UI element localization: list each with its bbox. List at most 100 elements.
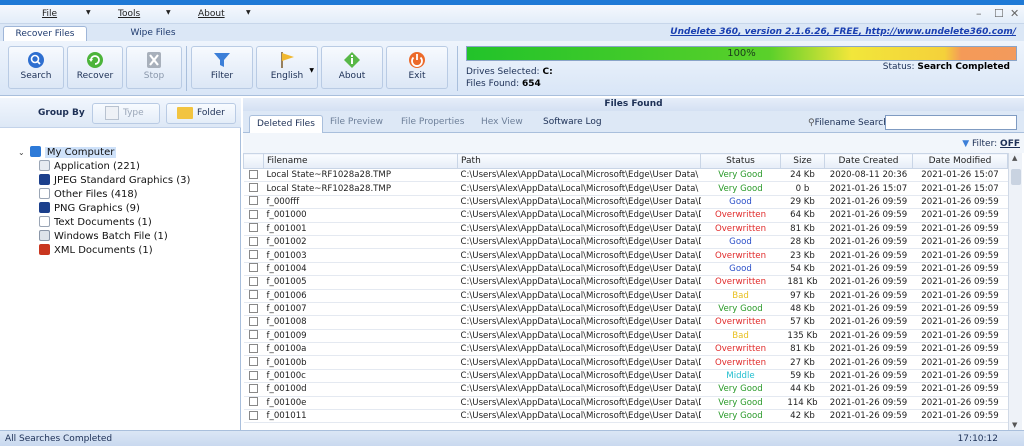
row-checkbox[interactable] <box>243 235 264 250</box>
menu-about[interactable]: About ▼ <box>198 9 251 19</box>
row-checkbox[interactable] <box>243 369 264 384</box>
column-status[interactable]: Status <box>700 153 781 169</box>
menu-tools[interactable]: Tools ▼ <box>118 9 171 19</box>
tree-item-batch[interactable]: Windows Batch File (1) <box>39 230 168 242</box>
version-link[interactable]: Undelete 360, version 2.1.6.26, FREE, ht… <box>670 27 1016 37</box>
about-button[interactable]: About <box>321 46 383 89</box>
checkbox[interactable] <box>249 397 258 407</box>
minimize-icon[interactable]: – <box>976 7 982 20</box>
table-row[interactable]: Local State~RF1028a28.TMP C:\Users\Alex\A… <box>243 181 1008 196</box>
checkbox[interactable] <box>249 343 258 353</box>
table-row[interactable]: f_001001 C:\Users\Alex\AppData\Local\Micr… <box>243 222 1008 236</box>
checkbox[interactable] <box>249 276 258 286</box>
column-path[interactable]: Path <box>457 153 701 169</box>
filter-button[interactable]: Filter <box>191 46 253 89</box>
row-checkbox[interactable] <box>243 329 264 344</box>
row-checkbox[interactable] <box>243 181 264 196</box>
tree-item-png[interactable]: PNG Graphics (9) <box>39 202 140 214</box>
checkbox[interactable] <box>249 290 258 300</box>
checkbox[interactable] <box>249 183 258 193</box>
table-row[interactable]: f_001009 C:\Users\Alex\AppData\Local\Micr… <box>243 329 1008 344</box>
vertical-scrollbar[interactable]: ▲ ▼ <box>1008 153 1022 430</box>
tree-item-text[interactable]: Text Documents (1) <box>39 216 152 228</box>
tab-wipe-files[interactable]: Wipe Files <box>118 26 188 41</box>
table-row[interactable]: f_00100c C:\Users\Alex\AppData\Local\Micr… <box>243 369 1008 384</box>
row-checkbox[interactable] <box>243 275 264 290</box>
table-row[interactable]: f_001003 C:\Users\Alex\AppData\Local\Micr… <box>243 248 1008 263</box>
row-checkbox[interactable] <box>243 222 264 236</box>
row-checkbox[interactable] <box>243 355 264 370</box>
row-checkbox[interactable] <box>243 396 264 411</box>
table-row[interactable]: f_001000 C:\Users\Alex\AppData\Local\Micr… <box>243 208 1008 223</box>
checkbox[interactable] <box>249 316 258 326</box>
column-filename[interactable]: Filename <box>263 153 458 169</box>
language-button[interactable]: English ▼ <box>256 46 318 89</box>
row-checkbox[interactable] <box>243 262 264 277</box>
table-row[interactable]: f_001011 C:\Users\Alex\AppData\Local\Micr… <box>243 409 1008 424</box>
tab-file-preview[interactable]: File Preview <box>330 117 383 127</box>
checkbox[interactable] <box>249 370 258 380</box>
table-row[interactable]: f_00100d C:\Users\Alex\AppData\Local\Micr… <box>243 382 1008 397</box>
row-checkbox[interactable] <box>243 168 264 183</box>
scroll-down-icon[interactable]: ▼ <box>1012 421 1017 429</box>
tree-item-jpeg[interactable]: JPEG Standard Graphics (3) <box>39 174 190 186</box>
maximize-icon[interactable]: ☐ <box>994 7 1004 20</box>
filter-toggle[interactable]: ▼ Filter: OFF <box>962 139 1020 149</box>
tab-hex-view[interactable]: Hex View <box>481 117 523 127</box>
tab-recover-files[interactable]: Recover Files <box>3 26 87 41</box>
checkbox[interactable] <box>249 303 258 313</box>
table-row[interactable]: f_001005 C:\Users\Alex\AppData\Local\Micr… <box>243 275 1008 290</box>
column-date-modified[interactable]: Date Modified <box>912 153 1008 169</box>
search-button[interactable]: Search <box>8 46 64 89</box>
row-checkbox[interactable] <box>243 409 264 424</box>
column-date-created[interactable]: Date Created <box>824 153 913 169</box>
checkbox[interactable] <box>249 263 258 273</box>
tree-item-other-files[interactable]: Other Files (418) <box>39 188 138 200</box>
row-checkbox[interactable] <box>243 289 264 303</box>
table-row[interactable]: f_001004 C:\Users\Alex\AppData\Local\Micr… <box>243 262 1008 277</box>
exit-button[interactable]: Exit <box>386 46 448 89</box>
tab-deleted-files[interactable]: Deleted Files <box>249 115 323 133</box>
row-checkbox[interactable] <box>243 342 264 357</box>
table-row[interactable]: f_001002 C:\Users\Alex\AppData\Local\Micr… <box>243 235 1008 250</box>
row-checkbox[interactable] <box>243 302 264 317</box>
checkbox[interactable] <box>249 330 258 340</box>
table-row[interactable]: f_000fff C:\Users\Alex\AppData\Local\Micr… <box>243 195 1008 210</box>
column-size[interactable]: Size <box>780 153 825 169</box>
table-row[interactable]: f_001006 C:\Users\Alex\AppData\Local\Micr… <box>243 289 1008 303</box>
row-checkbox[interactable] <box>243 208 264 223</box>
table-row[interactable]: f_001008 C:\Users\Alex\AppData\Local\Micr… <box>243 315 1008 330</box>
filename-search-input[interactable] <box>885 115 1017 130</box>
tree-item-application[interactable]: Application (221) <box>39 160 140 172</box>
tab-file-properties[interactable]: File Properties <box>401 117 464 127</box>
scrollbar-thumb[interactable] <box>1011 169 1021 185</box>
checkbox[interactable] <box>249 169 258 179</box>
table-row[interactable]: f_00100a C:\Users\Alex\AppData\Local\Micr… <box>243 342 1008 357</box>
table-row[interactable]: Local State~RF1028a28.TMP C:\Users\Alex\A… <box>243 168 1008 183</box>
checkbox[interactable] <box>249 209 258 219</box>
stop-button[interactable]: Stop <box>126 46 182 89</box>
table-row[interactable]: f_00100e C:\Users\Alex\AppData\Local\Micr… <box>243 396 1008 411</box>
checkbox[interactable] <box>249 410 258 420</box>
close-icon[interactable]: ✕ <box>1010 7 1019 20</box>
row-checkbox[interactable] <box>243 382 264 397</box>
checkbox[interactable] <box>249 223 258 233</box>
group-by-type-button[interactable]: Type <box>92 103 160 124</box>
table-row[interactable]: f_00100b C:\Users\Alex\AppData\Local\Micr… <box>243 355 1008 370</box>
table-row[interactable]: f_001007 C:\Users\Alex\AppData\Local\Micr… <box>243 302 1008 317</box>
checkbox[interactable] <box>249 196 258 206</box>
group-by-folder-button[interactable]: Folder <box>166 103 236 124</box>
checkbox[interactable] <box>249 250 258 260</box>
checkbox[interactable] <box>249 383 258 393</box>
tab-software-log[interactable]: Software Log <box>543 117 602 127</box>
scroll-up-icon[interactable]: ▲ <box>1012 154 1017 162</box>
tree-root-my-computer[interactable]: ⌄ My Computer <box>18 146 117 158</box>
row-checkbox[interactable] <box>243 315 264 330</box>
checkbox[interactable] <box>249 236 258 246</box>
tree-item-xml[interactable]: XML Documents (1) <box>39 244 153 256</box>
row-checkbox[interactable] <box>243 248 264 263</box>
menu-file[interactable]: File ▼ <box>42 9 91 19</box>
row-checkbox[interactable] <box>243 195 264 210</box>
recover-button[interactable]: Recover <box>67 46 123 89</box>
checkbox[interactable] <box>249 357 258 367</box>
